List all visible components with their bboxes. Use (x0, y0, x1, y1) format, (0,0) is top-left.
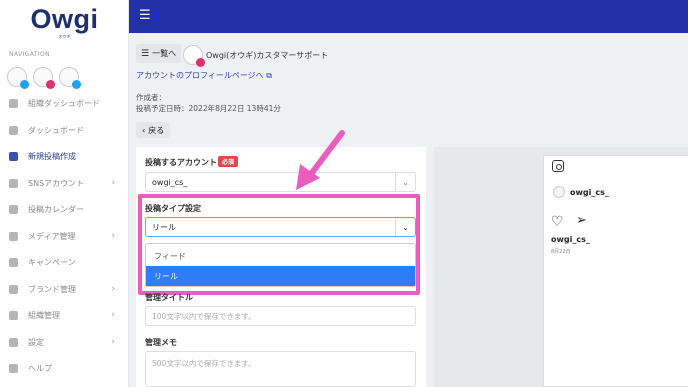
preview-caption-user: owgi_cs_ (551, 235, 590, 244)
back-to-list-button[interactable]: ☰ 一覧へ (136, 44, 182, 63)
sidebar-item-9[interactable]: 設定 › (0, 332, 129, 352)
logo-subtitle: オウギ (58, 34, 71, 39)
sidebar-item-4[interactable]: 投稿カレンダー (0, 199, 129, 219)
send-icon: ➢ (576, 213, 587, 228)
sidebar-item-label: 組織管理 (28, 310, 60, 320)
sidebar-item-10[interactable]: ヘルプ (0, 358, 129, 378)
sidebar-item-1[interactable]: ダッシュボード (0, 120, 129, 140)
sidebar-item-label: メディア管理 (28, 231, 76, 241)
org-icon (9, 310, 18, 320)
list-icon: ☰ (141, 48, 150, 59)
edit-icon (9, 151, 18, 161)
memo-textarea-placeholder: 500文字以内で保存できます。 (152, 359, 256, 368)
sidebar-item-label: キャンペーン (28, 257, 76, 267)
logo[interactable]: Owgi (0, 4, 129, 35)
chevron-right-icon: › (111, 178, 115, 188)
sidebar-item-label: ヘルプ (28, 363, 52, 373)
heart-icon: ♡ (551, 214, 564, 230)
media-icon (9, 231, 18, 241)
account-switcher (7, 67, 81, 89)
grid-icon (9, 125, 18, 135)
sidebar-item-label: ダッシュボード (28, 125, 84, 135)
required-badge: 必須 (218, 156, 239, 167)
memo-textarea[interactable]: 500文字以内で保存できます。 (145, 351, 416, 387)
back-to-list-label: 一覧へ (152, 49, 177, 58)
memo-field-label: 管理メモ (145, 338, 177, 347)
chevron-right-icon: › (111, 231, 115, 241)
sidebar-item-label: 新規投稿作成 (28, 151, 76, 161)
sidebar-item-2[interactable]: 新規投稿作成 (0, 146, 129, 166)
external-link-icon: ⧉ (266, 71, 272, 80)
account-avatar-twitter-1[interactable] (7, 67, 29, 89)
sidebar-item-3[interactable]: SNSアカウント › (0, 173, 129, 193)
sidebar-item-label: 組織ダッシュボード (28, 98, 100, 108)
instagram-icon (46, 80, 55, 89)
top-bar: ☰ (129, 0, 688, 33)
chevron-left-icon: ‹ (142, 125, 146, 135)
preview-avatar (553, 186, 565, 198)
back-button-label: 戻る (148, 125, 165, 135)
brand-icon (9, 284, 18, 294)
account-avatar-twitter-2[interactable] (59, 67, 81, 89)
hamburger-menu-icon[interactable]: ☰ (139, 9, 151, 22)
back-button[interactable]: ‹ 戻る (136, 122, 171, 138)
sidebar-item-8[interactable]: 組織管理 › (0, 305, 129, 325)
chevron-right-icon: › (111, 310, 115, 320)
chevron-right-icon: › (111, 284, 115, 294)
sidebar-item-label: 設定 (28, 337, 44, 347)
account-select-value: owgi_cs_ (152, 177, 188, 187)
nav-section-label: NAVIGATION (9, 51, 51, 58)
accounts-icon (9, 178, 18, 188)
account-avatar (183, 45, 205, 67)
title-field-label: 管理タイトル (145, 293, 193, 302)
account-field-label: 投稿するアカウント (145, 158, 217, 167)
title-input[interactable]: 100文字以内で保存できます。 (145, 306, 416, 326)
sidebar-item-0[interactable]: 組織ダッシュボード (0, 93, 129, 113)
sidebar: Owgi オウギ NAVIGATION 組織ダッシュボード ダッシュボード 新規投稿… (0, 0, 129, 387)
sidebar-item-label: SNSアカウント (28, 178, 85, 188)
annotation-arrow-icon (296, 130, 345, 190)
instagram-icon (196, 58, 205, 67)
calendar-icon (9, 204, 18, 214)
scheduled-datetime: 投稿予定日時：2022年8月22日 13時41分 (136, 104, 281, 113)
highlight-box (138, 194, 420, 295)
sidebar-item-5[interactable]: メディア管理 › (0, 226, 129, 246)
sidebar-item-label: ブランド管理 (28, 284, 76, 294)
twitter-icon (72, 80, 81, 89)
gear-icon (9, 337, 18, 347)
trophy-icon (9, 257, 18, 267)
preview-date: 8月22日 (551, 249, 571, 255)
account-select[interactable]: owgi_cs_ ⌄ (145, 172, 416, 192)
sidebar-item-6[interactable]: キャンペーン (0, 252, 129, 272)
help-icon (9, 363, 18, 373)
preview-username: owgi_cs_ (570, 188, 609, 197)
twitter-icon (20, 80, 29, 89)
chevron-down-icon: ⌄ (395, 173, 415, 191)
profile-page-link[interactable]: アカウントのプロフィールページへ ⧉ (136, 70, 272, 81)
sidebar-item-label: 投稿カレンダー (28, 204, 84, 214)
building-icon (9, 98, 18, 108)
chevron-right-icon: › (111, 337, 115, 347)
account-name: Owgi(オウギ)カスタマーサポート (206, 51, 329, 60)
author-label: 作成者： (136, 93, 166, 102)
account-avatar-instagram[interactable] (33, 67, 55, 89)
title-input-placeholder: 100文字以内で保存できます。 (152, 311, 256, 321)
sidebar-item-7[interactable]: ブランド管理 › (0, 279, 129, 299)
camera-icon (552, 160, 564, 172)
